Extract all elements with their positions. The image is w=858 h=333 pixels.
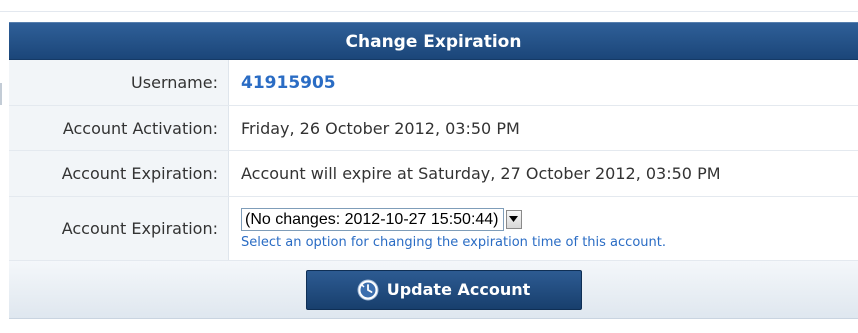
expiration-select-label: Account Expiration: [9,197,229,260]
form-footer: Update Account [9,261,858,319]
expiration-select-cell: (No changes: 2012-10-27 15:50:44) Select… [229,197,858,260]
username-value-cell: 41915905 [229,60,858,105]
activation-value: Friday, 26 October 2012, 03:50 PM [241,118,520,138]
change-expiration-panel: Change Expiration Username: 41915905 Acc… [9,22,858,333]
username-label: Username: [9,60,229,105]
activation-label: Account Activation: [9,106,229,150]
update-account-button[interactable]: Update Account [305,269,582,310]
refresh-clock-icon [357,279,379,300]
expiration-info-label: Account Expiration: [9,151,229,196]
panel-title: Change Expiration [9,22,858,60]
expiration-select[interactable]: (No changes: 2012-10-27 15:50:44) [241,207,522,231]
top-strip [0,0,858,12]
username-value: 41915905 [241,72,336,93]
expiration-info-value: Account will expire at Saturday, 27 Octo… [241,164,721,183]
expiration-select-row: Account Expiration: (No changes: 2012-10… [9,197,858,261]
chevron-down-icon[interactable] [505,209,522,229]
username-row: Username: 41915905 [9,60,858,106]
expiration-hint: Select an option for changing the expira… [241,234,666,250]
left-edge-marker [0,83,2,105]
activation-row: Account Activation: Friday, 26 October 2… [9,106,858,151]
expiration-info-row: Account Expiration: Account will expire … [9,151,858,197]
update-account-label: Update Account [386,280,531,299]
expiration-select-value[interactable]: (No changes: 2012-10-27 15:50:44) [241,207,504,231]
